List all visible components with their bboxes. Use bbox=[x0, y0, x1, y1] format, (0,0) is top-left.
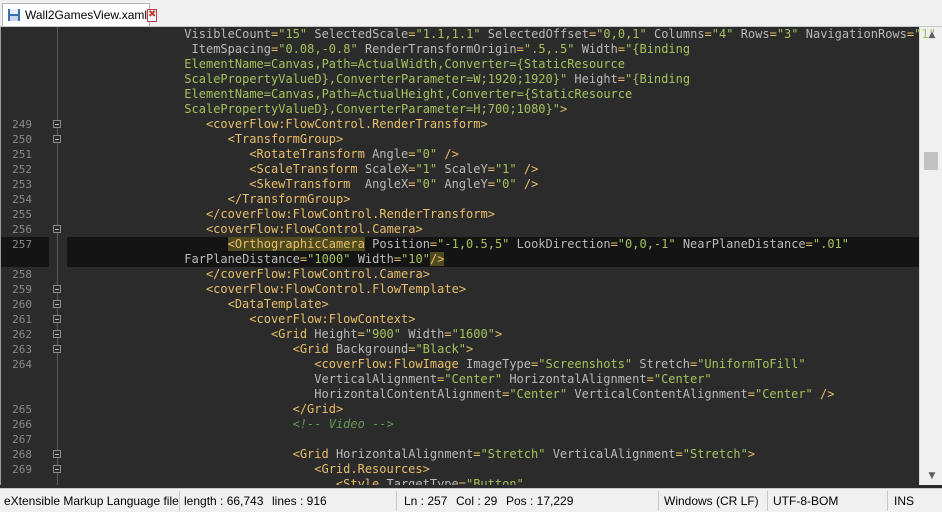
code-line[interactable]: <TransformGroup> bbox=[228, 132, 942, 147]
code-line[interactable]: <Grid.Resources> bbox=[314, 462, 942, 477]
code-line[interactable] bbox=[76, 432, 928, 447]
fold-toggle-icon[interactable] bbox=[53, 315, 61, 323]
code-line[interactable]: VerticalAlignment="Center" HorizontalAli… bbox=[314, 372, 942, 387]
fold-toggle-icon[interactable] bbox=[53, 120, 61, 128]
code-line[interactable]: <ScaleTransform ScaleX="1" ScaleY="1" /> bbox=[249, 162, 942, 177]
fold-toggle-icon[interactable] bbox=[53, 465, 61, 473]
tab-wall2gamesview[interactable]: Wall2GamesView.xaml ✖ bbox=[2, 3, 158, 26]
status-eol[interactable]: Windows (CR LF) bbox=[664, 492, 759, 510]
code-line[interactable]: <Style TargetType="Button" bbox=[336, 477, 942, 485]
fold-toggle-icon[interactable] bbox=[53, 135, 61, 143]
code-line[interactable]: <OrthographicCamera Position="-1,0.5,5" … bbox=[227, 237, 942, 252]
save-file-icon bbox=[7, 8, 21, 22]
code-line[interactable]: </Grid> bbox=[293, 402, 942, 417]
code-line[interactable]: <Grid HorizontalAlignment="Stretch" Vert… bbox=[293, 447, 942, 462]
fold-toggle-icon[interactable] bbox=[53, 345, 61, 353]
line-number: 265 bbox=[12, 403, 32, 416]
code-line[interactable]: <coverFlow:FlowContext> bbox=[249, 312, 942, 327]
code-line[interactable]: <Grid Background="Black"> bbox=[293, 342, 942, 357]
code-line[interactable]: HorizontalContentAlignment="Center" Vert… bbox=[314, 387, 942, 402]
code-line[interactable]: ScalePropertyValueD},ConverterParameter=… bbox=[184, 102, 942, 117]
status-file-type: eXtensible Markup Language file bbox=[4, 494, 179, 508]
line-number: 257 bbox=[12, 238, 32, 251]
line-number: 260 bbox=[12, 298, 32, 311]
tab-label: Wall2GamesView.xaml bbox=[25, 8, 148, 22]
code-editor[interactable]: ▲ ▼ VisibleCount="15" SelectedScale="1.1… bbox=[0, 27, 942, 485]
line-number: 250 bbox=[12, 133, 32, 146]
line-number: 253 bbox=[12, 178, 32, 191]
line-number: 255 bbox=[12, 208, 32, 221]
code-line[interactable]: </coverFlow:FlowControl.RenderTransform> bbox=[206, 207, 942, 222]
fold-toggle-icon[interactable] bbox=[53, 450, 61, 458]
line-number: 266 bbox=[12, 418, 32, 431]
code-line[interactable]: <RotateTransform Angle="0" /> bbox=[249, 147, 942, 162]
status-length: length : 66,743 bbox=[184, 494, 264, 508]
fold-toggle-icon[interactable] bbox=[53, 330, 61, 338]
line-number: 258 bbox=[12, 268, 32, 281]
status-col: Col : 29 bbox=[456, 494, 498, 508]
code-line[interactable]: </TransformGroup> bbox=[228, 192, 942, 207]
tab-bar: Wall2GamesView.xaml ✖ bbox=[0, 0, 942, 27]
code-line[interactable]: <DataTemplate> bbox=[228, 297, 942, 312]
close-icon[interactable]: ✖ bbox=[147, 8, 158, 22]
line-number: 269 bbox=[12, 463, 32, 476]
code-line[interactable]: FarPlaneDistance="1000" Width="10"/> bbox=[184, 252, 942, 267]
code-line[interactable]: ItemSpacing="0.08,-0.8" RenderTransformO… bbox=[192, 42, 942, 57]
fold-toggle-icon[interactable] bbox=[53, 225, 61, 233]
line-number: 256 bbox=[12, 223, 32, 236]
status-pos: Pos : 17,229 bbox=[506, 494, 574, 508]
line-number: 268 bbox=[12, 448, 32, 461]
line-number: 263 bbox=[12, 343, 32, 356]
code-line[interactable]: <Grid Height="900" Width="1600"> bbox=[271, 327, 942, 342]
status-encoding[interactable]: UTF-8-BOM bbox=[773, 492, 838, 510]
line-number: 264 bbox=[12, 358, 32, 371]
code-line[interactable]: ElementName=Canvas,Path=ActualWidth,Conv… bbox=[184, 57, 942, 72]
line-number: 249 bbox=[12, 118, 32, 131]
code-line[interactable]: <coverFlow:FlowControl.FlowTemplate> bbox=[206, 282, 942, 297]
code-line[interactable]: ScalePropertyValueD},ConverterParameter=… bbox=[184, 72, 942, 87]
line-number: 262 bbox=[12, 328, 32, 341]
code-line[interactable]: <SkewTransform AngleX="0" AngleY="0" /> bbox=[249, 177, 942, 192]
line-number: 261 bbox=[12, 313, 32, 326]
line-number: 251 bbox=[12, 148, 32, 161]
fold-margin bbox=[49, 27, 67, 485]
status-insert-mode[interactable]: INS bbox=[894, 492, 914, 510]
code-line[interactable]: ElementName=Canvas,Path=ActualHeight,Con… bbox=[184, 87, 942, 102]
line-number: 254 bbox=[12, 193, 32, 206]
code-line[interactable]: <!-- Video --> bbox=[293, 417, 942, 432]
line-number: 259 bbox=[12, 283, 32, 296]
code-line[interactable]: </coverFlow:FlowControl.Camera> bbox=[206, 267, 942, 282]
status-lines: lines : 916 bbox=[272, 494, 327, 508]
code-line[interactable]: VisibleCount="15" SelectedScale="1.1,1.1… bbox=[184, 27, 942, 42]
line-number: 267 bbox=[12, 433, 32, 446]
code-line[interactable]: <coverFlow:FlowControl.Camera> bbox=[206, 222, 942, 237]
code-line[interactable]: <coverFlow:FlowImage ImageType="Screensh… bbox=[314, 357, 942, 372]
status-bar: eXtensible Markup Language file length :… bbox=[0, 488, 942, 512]
status-ln: Ln : 257 bbox=[404, 494, 448, 508]
fold-toggle-icon[interactable] bbox=[53, 300, 61, 308]
fold-toggle-icon[interactable] bbox=[53, 285, 61, 293]
code-line[interactable]: <coverFlow:FlowControl.RenderTransform> bbox=[206, 117, 942, 132]
line-number: 252 bbox=[12, 163, 32, 176]
